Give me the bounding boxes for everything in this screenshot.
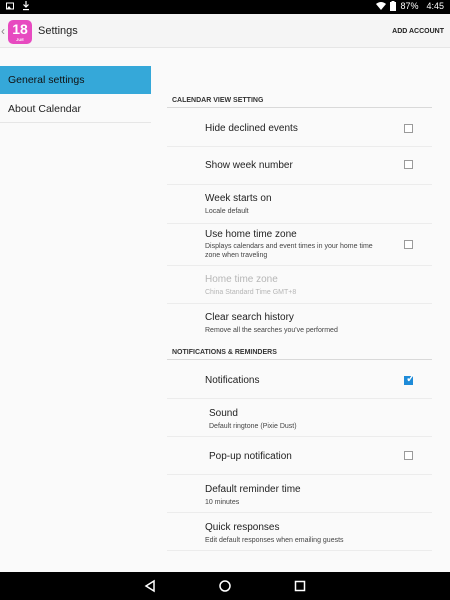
clock: 4:45 bbox=[426, 1, 444, 11]
setting-use-home-time-zone[interactable]: Use home time zone Displays calendars an… bbox=[167, 224, 432, 266]
setting-clear-search-history[interactable]: Clear search history Remove all the sear… bbox=[167, 304, 432, 342]
add-account-button[interactable]: ADD ACCOUNT bbox=[392, 28, 444, 35]
download-icon bbox=[23, 1, 29, 11]
sidebar: General settings About Calendar bbox=[0, 48, 152, 572]
sidebar-item-about-calendar[interactable]: About Calendar bbox=[0, 95, 151, 123]
battery-icon bbox=[390, 1, 397, 11]
back-chevron-icon[interactable]: ‹ bbox=[1, 24, 5, 38]
checkmark-icon: ✓ bbox=[406, 373, 416, 385]
recents-icon[interactable] bbox=[292, 578, 308, 594]
settings-panel: CALENDAR VIEW SETTING Hide declined even… bbox=[167, 48, 432, 572]
back-icon[interactable] bbox=[142, 578, 158, 594]
app-bar: ‹ 18 JUE Settings ADD ACCOUNT bbox=[0, 14, 450, 48]
hide-declined-checkbox[interactable] bbox=[404, 124, 413, 133]
sidebar-item-general-settings[interactable]: General settings bbox=[0, 66, 151, 94]
setting-show-week-number[interactable]: Show week number bbox=[167, 147, 432, 185]
page-title: Settings bbox=[38, 25, 78, 37]
calendar-app-icon[interactable]: 18 JUE bbox=[8, 20, 32, 44]
setting-quick-responses[interactable]: Quick responses Edit default responses w… bbox=[167, 513, 432, 551]
setting-default-reminder-time[interactable]: Default reminder time 10 minutes bbox=[167, 475, 432, 513]
home-time-zone-checkbox[interactable] bbox=[404, 240, 413, 249]
show-week-number-checkbox[interactable] bbox=[404, 160, 413, 169]
setting-home-time-zone: Home time zone China Standard Time GMT+8 bbox=[167, 266, 432, 304]
notifications-checkbox[interactable]: ✓ bbox=[404, 373, 415, 385]
setting-week-starts-on[interactable]: Week starts on Locale default bbox=[167, 185, 432, 224]
battery-percent: 87% bbox=[400, 1, 419, 11]
setting-popup-notification[interactable]: Pop-up notification bbox=[167, 437, 432, 475]
image-icon bbox=[6, 2, 14, 10]
setting-sound[interactable]: Sound Default ringtone (Pixie Dust) bbox=[167, 399, 432, 437]
popup-notification-checkbox[interactable] bbox=[404, 451, 413, 460]
home-icon[interactable] bbox=[217, 578, 233, 594]
wifi-icon bbox=[376, 2, 387, 10]
section-header-notifications: NOTIFICATIONS & REMINDERS bbox=[167, 345, 432, 360]
setting-notifications[interactable]: Notifications ✓ bbox=[167, 361, 432, 399]
section-header-calendar-view: CALENDAR VIEW SETTING bbox=[167, 93, 432, 108]
status-bar: 87% 4:45 bbox=[0, 0, 450, 14]
setting-hide-declined-events[interactable]: Hide declined events bbox=[167, 109, 432, 147]
navigation-bar bbox=[0, 572, 450, 600]
